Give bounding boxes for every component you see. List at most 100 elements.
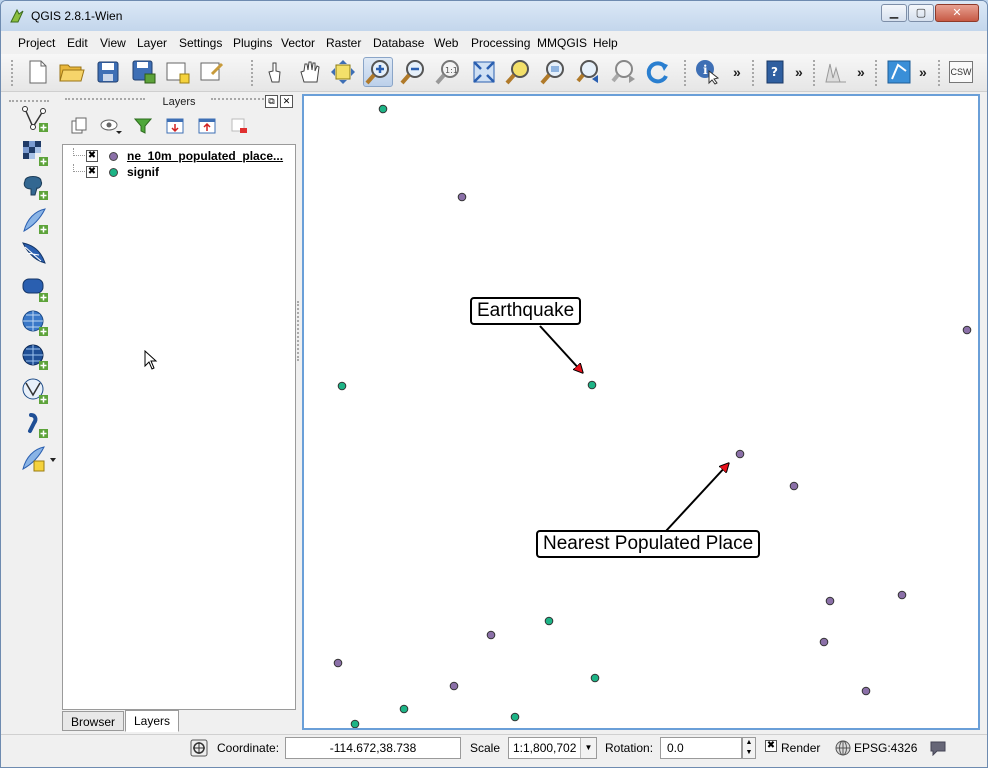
minimize-button[interactable]: ▁ [881, 4, 907, 22]
toolbar-grip[interactable] [875, 60, 879, 86]
toolbar-overflow-2[interactable]: » [795, 64, 803, 80]
zoom-to-selection-icon[interactable] [503, 57, 533, 87]
layer-item[interactable]: ✖ signif [63, 164, 295, 180]
rotation-field[interactable]: 0.0 [660, 737, 742, 759]
layer-name[interactable]: signif [127, 165, 293, 179]
toolbar-overflow-4[interactable]: » [919, 64, 927, 80]
menu-bar: Project Edit View Layer Settings Plugins… [1, 32, 987, 54]
tab-browser[interactable]: Browser [62, 711, 125, 731]
open-project-icon[interactable] [57, 57, 87, 87]
close-panel-button[interactable]: ✕ [280, 95, 293, 108]
touch-zoom-icon[interactable] [260, 57, 290, 87]
menu-layer[interactable]: Layer [137, 36, 167, 50]
refresh-icon[interactable] [643, 57, 673, 87]
messages-icon[interactable] [928, 738, 948, 758]
new-shapefile-layer-icon[interactable] [19, 444, 59, 474]
remove-layer-icon[interactable] [227, 114, 251, 138]
crs-globe-icon[interactable] [833, 738, 853, 758]
zoom-next-icon[interactable] [609, 57, 639, 87]
csw-icon[interactable]: CSW [946, 57, 976, 87]
layer-visibility-checkbox[interactable]: ✖ [86, 166, 98, 178]
add-wms-layer-icon[interactable] [19, 308, 51, 338]
menu-settings[interactable]: Settings [179, 36, 222, 50]
toolbar-grip[interactable] [938, 60, 942, 86]
menu-raster[interactable]: Raster [326, 36, 361, 50]
menu-project[interactable]: Project [18, 36, 55, 50]
chevron-down-icon[interactable]: ▼ [580, 738, 596, 758]
close-button[interactable]: ✕ [935, 4, 979, 22]
tab-layers[interactable]: Layers [125, 710, 180, 732]
save-project-icon[interactable] [93, 57, 123, 87]
add-wcs-layer-icon[interactable] [19, 342, 51, 372]
zoom-last-icon[interactable] [574, 57, 604, 87]
menu-plugins[interactable]: Plugins [233, 36, 272, 50]
add-group-icon[interactable] [67, 114, 91, 138]
menu-mmqgis[interactable]: MMQGIS [537, 36, 587, 50]
toolbar-overflow-3[interactable]: » [857, 64, 865, 80]
menu-web[interactable]: Web [434, 36, 458, 50]
map-canvas[interactable]: Earthquake Nearest Populated Place [302, 94, 980, 730]
vector-digitize-icon[interactable] [884, 57, 914, 87]
menu-help[interactable]: Help [593, 36, 618, 50]
collapse-all-icon[interactable] [195, 114, 219, 138]
identify-features-icon[interactable]: i [693, 57, 723, 87]
scale-dropdown[interactable]: 1:1,800,702 ▼ [508, 737, 597, 759]
zoom-to-layer-icon[interactable] [538, 57, 568, 87]
add-delimited-text-layer-icon[interactable] [19, 410, 51, 440]
earthquake-point [544, 616, 554, 626]
add-oracle-layer-icon[interactable] [19, 274, 51, 304]
float-panel-button[interactable]: ⧉ [265, 95, 278, 108]
zoom-full-icon[interactable] [469, 57, 499, 87]
maximize-button[interactable]: ▢ [908, 4, 934, 22]
earthquake-point [399, 704, 409, 714]
layer-tree: ✖ ne_10m_populated_place... ✖ signif [62, 144, 296, 710]
panel-splitter[interactable] [297, 301, 300, 361]
expand-all-icon[interactable] [163, 114, 187, 138]
pan-map-icon[interactable] [295, 57, 325, 87]
help-contents-icon[interactable]: ? [760, 57, 790, 87]
earthquake-point [378, 104, 388, 114]
layer-item[interactable]: ✖ ne_10m_populated_place... [63, 148, 295, 164]
add-vector-layer-icon[interactable] [19, 104, 51, 134]
zoom-in-icon[interactable] [363, 57, 393, 87]
zoom-native-icon[interactable]: 1:1 [433, 57, 463, 87]
add-wfs-layer-icon[interactable] [19, 376, 51, 406]
layers-panel-title: Layers [162, 96, 196, 108]
zoom-out-icon[interactable] [398, 57, 428, 87]
add-postgis-layer-icon[interactable] [19, 172, 51, 202]
earthquake-arrow [539, 325, 582, 372]
filter-legend-icon[interactable] [131, 114, 155, 138]
earthquake-point [587, 380, 597, 390]
save-as-icon[interactable] [129, 57, 159, 87]
menu-database[interactable]: Database [373, 36, 424, 50]
status-bar: Coordinate: -114.672,38.738 Scale 1:1,80… [1, 734, 987, 767]
toolbar-grip[interactable] [752, 60, 756, 86]
render-checkbox[interactable]: ✖ [765, 740, 777, 752]
add-raster-layer-icon[interactable] [19, 138, 51, 168]
layer-name[interactable]: ne_10m_populated_place... [127, 149, 293, 163]
mouse-cursor-icon [144, 350, 158, 370]
menu-vector[interactable]: Vector [281, 36, 315, 50]
menu-view[interactable]: View [100, 36, 126, 50]
pan-to-selection-icon[interactable] [328, 57, 358, 87]
add-spatialite-layer-icon[interactable] [19, 206, 51, 236]
qgis-window: QGIS 2.8.1-Wien ▁ ▢ ✕ Project Edit View … [0, 0, 988, 768]
toolbar-overflow-1[interactable]: » [733, 64, 741, 80]
toolbar-grip[interactable] [813, 60, 817, 86]
manage-visibility-icon[interactable] [99, 114, 123, 138]
toggle-extents-icon[interactable] [189, 738, 209, 758]
new-project-icon[interactable] [23, 57, 53, 87]
rotation-spinner[interactable]: ▲ ▼ [742, 737, 756, 759]
raster-histogram-icon[interactable] [821, 57, 851, 87]
coordinate-field[interactable]: -114.672,38.738 [285, 737, 461, 759]
menu-edit[interactable]: Edit [67, 36, 88, 50]
toolbar-grip[interactable] [684, 60, 688, 86]
add-mssql-layer-icon[interactable] [19, 240, 51, 270]
composer-manager-icon[interactable] [197, 57, 227, 87]
crs-label[interactable]: EPSG:4326 [854, 741, 917, 755]
toolbar-grip[interactable] [251, 60, 255, 86]
menu-processing[interactable]: Processing [471, 36, 530, 50]
new-print-composer-icon[interactable] [163, 57, 193, 87]
toolbar-grip[interactable] [11, 60, 15, 86]
layer-visibility-checkbox[interactable]: ✖ [86, 150, 98, 162]
